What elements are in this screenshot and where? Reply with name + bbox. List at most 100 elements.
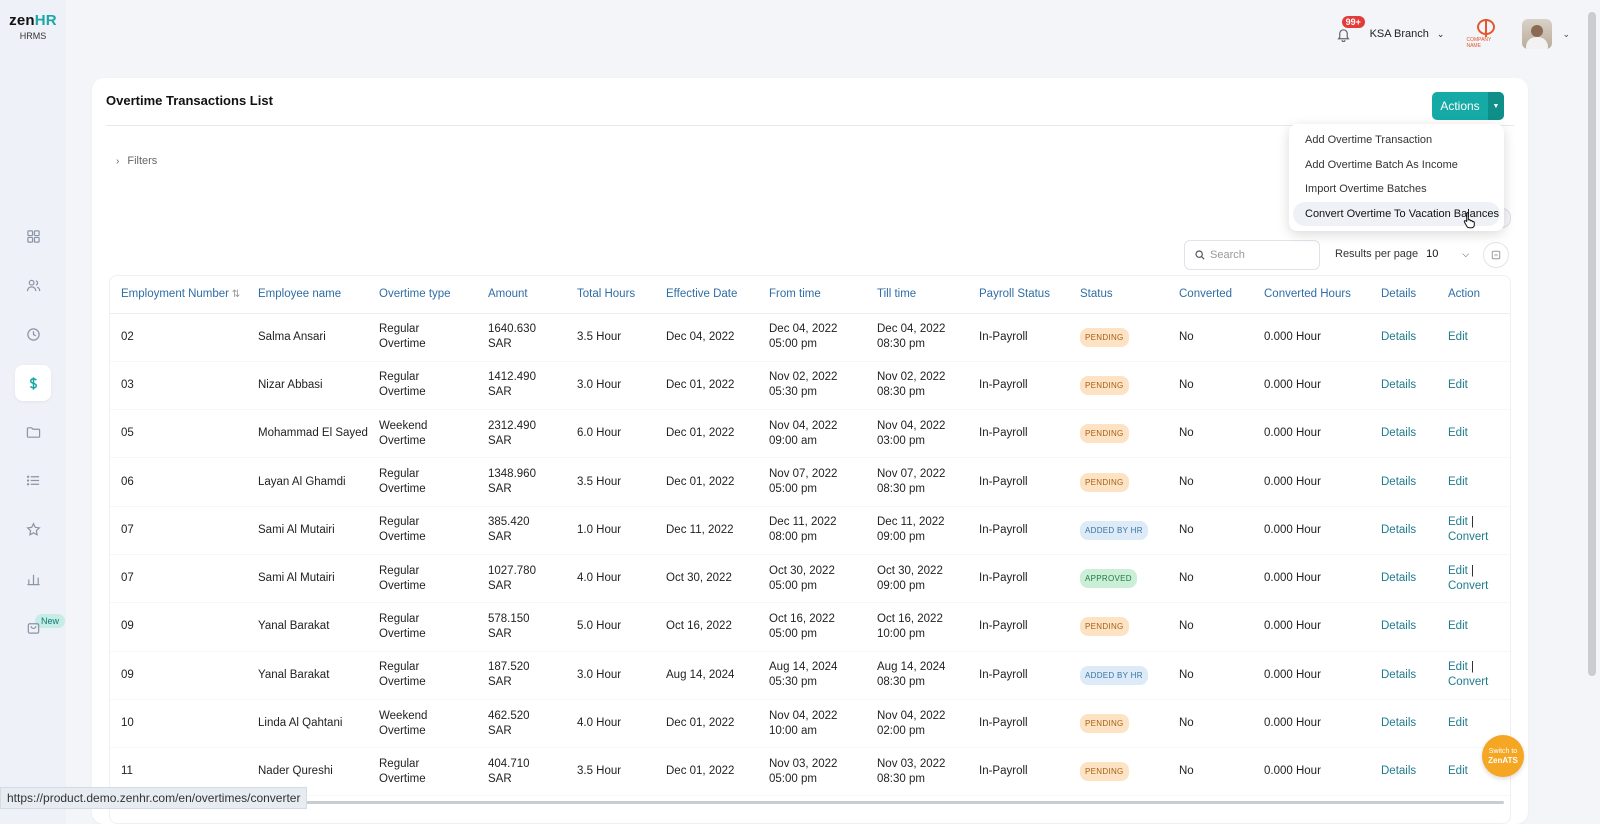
edit-link[interactable]: Edit [1448, 717, 1468, 729]
convert-link[interactable]: Convert [1448, 676, 1488, 688]
export-button[interactable] [1483, 242, 1509, 268]
menu-item[interactable]: Import Overtime Batches [1289, 177, 1504, 202]
details-link[interactable]: Details [1381, 476, 1416, 488]
profile-chevron-down-icon[interactable]: ⌄ [1562, 29, 1570, 40]
search-field[interactable] [1184, 240, 1320, 270]
edit-link[interactable]: Edit [1448, 565, 1468, 577]
details-link[interactable]: Details [1381, 765, 1416, 777]
table-row[interactable]: 11 Nader Qureshi Regular Overtime 404.710 SAR… [110, 747, 1510, 797]
converted-hours: 0.000 Hour [1264, 523, 1321, 536]
details-link[interactable]: Details [1381, 379, 1416, 391]
results-per-page-value[interactable]: 10 [1426, 248, 1438, 260]
currency: SAR [488, 676, 512, 689]
chevron-down-icon[interactable]: ⌵ [1462, 249, 1469, 260]
table-row[interactable]: 02 Salma Ansari Regular Overtime 1640.630 SAR… [110, 313, 1510, 362]
table-row[interactable]: 09 Yanal Barakat Regular Overtime 578.150 SAR… [110, 602, 1510, 652]
filters-toggle[interactable]: › Filters [116, 155, 157, 167]
column-header[interactable]: Details [1370, 276, 1437, 314]
sidebar-item-attendance[interactable] [15, 316, 51, 352]
overtime-type-suffix: Overtime [379, 531, 426, 544]
column-header[interactable]: Total Hours [566, 276, 655, 314]
total-hours: 5.0 Hour [577, 620, 622, 633]
column-header[interactable]: Action [1437, 276, 1510, 314]
caret-down-icon[interactable]: ▼ [1488, 92, 1504, 120]
horizontal-scrollbar[interactable] [100, 801, 1504, 804]
sidebar-item-documents[interactable] [15, 414, 51, 450]
sort-icon[interactable]: ⇅ [229, 289, 240, 300]
amount: 385.420 [488, 516, 530, 529]
edit-link[interactable]: Edit [1448, 427, 1468, 439]
menu-item[interactable]: Add Overtime Batch As Income [1289, 153, 1504, 178]
sidebar-item-payroll[interactable] [15, 365, 51, 401]
amount: 1640.630 [488, 323, 536, 336]
sidebar-item-store[interactable] [15, 609, 51, 645]
convert-link[interactable]: Convert [1448, 531, 1488, 543]
sidebar-item-dashboard[interactable] [15, 218, 51, 254]
details-link[interactable]: Details [1381, 427, 1416, 439]
table-row[interactable]: 06 Layan Al Ghamdi Regular Overtime 1348.960… [110, 457, 1510, 507]
zenhr-logo[interactable]: zenHR HRMS [0, 12, 66, 41]
column-header[interactable]: Employment Number ⇅ [110, 276, 247, 314]
table-row[interactable]: 05 Mohammad El Sayed Weekend Overtime 2312.4… [110, 409, 1510, 459]
effective-date: Oct 16, 2022 [666, 620, 732, 633]
sidebar-item-lists[interactable] [15, 462, 51, 498]
column-header[interactable]: Overtime type [368, 276, 477, 314]
details-link[interactable]: Details [1381, 331, 1416, 343]
details-link[interactable]: Details [1381, 717, 1416, 729]
column-header[interactable]: Converted Hours [1253, 276, 1370, 314]
vertical-scrollbar[interactable] [1588, 12, 1596, 676]
table-row[interactable]: 10 Linda Al Qahtani Weekend Overtime 462.520… [110, 699, 1510, 749]
details-link[interactable]: Details [1381, 620, 1416, 632]
column-header[interactable]: Converted [1168, 276, 1253, 314]
details-link[interactable]: Details [1381, 524, 1416, 536]
sidebar-item-people[interactable] [15, 267, 51, 303]
column-header[interactable]: Effective Date [655, 276, 758, 314]
converted-value: No [1179, 765, 1194, 778]
avatar[interactable] [1522, 19, 1553, 49]
table-row[interactable]: 07 Sami Al Mutairi Regular Overtime 385.420 S… [110, 506, 1510, 555]
edit-link[interactable]: Edit [1448, 620, 1468, 632]
column-header[interactable]: Employee name [247, 276, 368, 314]
edit-link[interactable]: Edit [1448, 379, 1468, 391]
notifications-button[interactable]: 99+ [1334, 16, 1365, 44]
edit-link[interactable]: Edit [1448, 516, 1468, 528]
column-header[interactable]: Till time [866, 276, 968, 314]
table-row[interactable]: 07 Sami Al Mutairi Regular Overtime 1027.780… [110, 554, 1510, 604]
edit-link[interactable]: Edit [1448, 661, 1468, 673]
column-header[interactable]: Amount [477, 276, 566, 314]
sidebar-item-reports[interactable] [15, 560, 51, 596]
table-row[interactable]: 09 Yanal Barakat Regular Overtime 187.520 SAR… [110, 651, 1510, 700]
menu-item[interactable]: Add Overtime Transaction [1289, 128, 1504, 153]
converted-hours: 0.000 Hour [1264, 427, 1321, 440]
edit-link[interactable]: Edit [1448, 765, 1468, 777]
table-row[interactable]: 03 Nizar Abbasi Regular Overtime 1412.490 SAR… [110, 361, 1510, 411]
details-link[interactable]: Details [1381, 572, 1416, 584]
till-date: Dec 04, 2022 [877, 323, 946, 336]
from-time: 10:00 am [769, 724, 817, 737]
edit-link[interactable]: Edit [1448, 476, 1468, 488]
converted-value: No [1179, 668, 1194, 681]
from-date: Dec 04, 2022 [769, 323, 838, 336]
sidebar: zenHR HRMS New [0, 0, 66, 824]
edit-link[interactable]: Edit [1448, 331, 1468, 343]
column-header[interactable]: Payroll Status [968, 276, 1069, 314]
switch-to-zenats-button[interactable]: Switch to ZenATS [1482, 735, 1524, 777]
column-header[interactable]: Status [1069, 276, 1168, 314]
search-input[interactable] [1210, 249, 1310, 261]
results-per-page[interactable]: Results per page 10 ⌵ [1335, 248, 1469, 260]
employee-name: Yanal Barakat [258, 668, 330, 681]
brand-name: zenHR [9, 12, 57, 29]
effective-date: Dec 04, 2022 [666, 330, 735, 343]
column-header[interactable]: From time [758, 276, 866, 314]
branch-selector[interactable]: KSA Branch ⌄ [1370, 28, 1445, 40]
overtime-type-suffix: Overtime [379, 483, 426, 496]
convert-link[interactable]: Convert [1448, 580, 1488, 592]
list-icon [26, 475, 39, 485]
payroll-status: In-Payroll [979, 523, 1028, 536]
payroll-status: In-Payroll [979, 668, 1028, 681]
converted-hours: 0.000 Hour [1264, 475, 1321, 488]
actions-button[interactable]: Actions ▼ [1432, 92, 1504, 120]
details-link[interactable]: Details [1381, 669, 1416, 681]
till-date: Nov 07, 2022 [877, 468, 946, 481]
sidebar-item-favorites[interactable] [15, 511, 51, 547]
